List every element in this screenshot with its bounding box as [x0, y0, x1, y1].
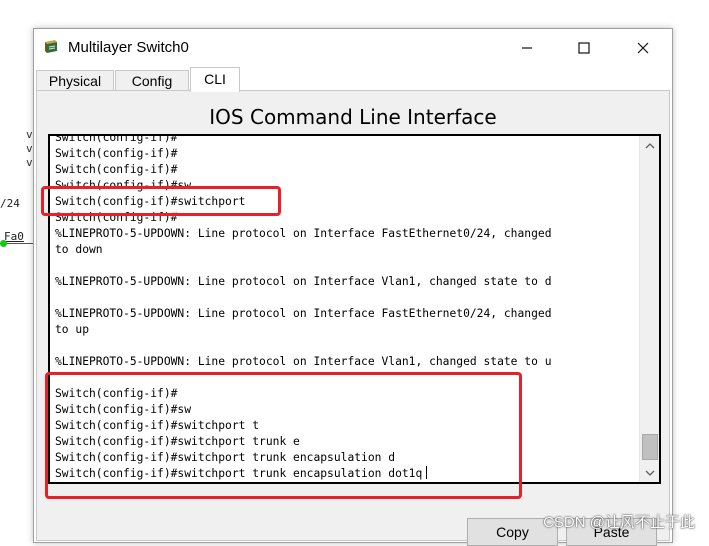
minimize-button[interactable]: [507, 35, 547, 61]
terminal-line: %LINEPROTO-5-UPDOWN: Line protocol on In…: [55, 355, 552, 368]
scroll-down-button[interactable]: [640, 464, 659, 482]
scroll-up-button[interactable]: [640, 136, 659, 154]
close-button[interactable]: [623, 35, 663, 61]
panel-title: IOS Command Line Interface: [209, 105, 497, 129]
terminal-line: %LINEPROTO-5-UPDOWN: Line protocol on In…: [55, 227, 552, 240]
maximize-button[interactable]: [564, 35, 604, 61]
watermark: CSDN @让风不止于此: [543, 514, 695, 531]
scrollbar-thumb[interactable]: [642, 434, 658, 460]
workspace-label-fa0: Fa0: [4, 230, 24, 243]
highlight-box-switchport: [41, 186, 281, 216]
terminal-line: to up: [55, 323, 90, 336]
tab-config[interactable]: Config: [115, 70, 189, 91]
terminal-line: Switch(config-if)#: [55, 163, 178, 176]
terminal-line: to down: [55, 243, 103, 256]
terminal-line: Switch(config-if)#: [55, 134, 178, 144]
workspace-label-24: /24: [0, 197, 20, 210]
window-title: Multilayer Switch0: [68, 39, 189, 56]
multilayer-switch-icon: [45, 40, 57, 53]
tab-physical[interactable]: Physical: [36, 70, 114, 91]
title-bar[interactable]: Multilayer Switch0: [34, 29, 672, 65]
link-status-dot: [0, 240, 7, 247]
minimize-icon: [522, 47, 532, 49]
terminal-line: %LINEPROTO-5-UPDOWN: Line protocol on In…: [55, 275, 552, 288]
highlight-box-trunk-commands: [45, 372, 522, 499]
workspace-glyph: vvv: [26, 128, 33, 169]
close-icon: [637, 42, 649, 54]
tab-cli[interactable]: CLI: [190, 67, 240, 92]
chevron-down-icon: [645, 470, 654, 476]
terminal-line: %LINEPROTO-5-UPDOWN: Line protocol on In…: [55, 307, 552, 320]
maximize-icon: [578, 42, 590, 54]
terminal-scrollbar[interactable]: [639, 136, 659, 482]
terminal-line: Switch(config-if)#: [55, 147, 178, 160]
chevron-up-icon: [645, 142, 654, 148]
